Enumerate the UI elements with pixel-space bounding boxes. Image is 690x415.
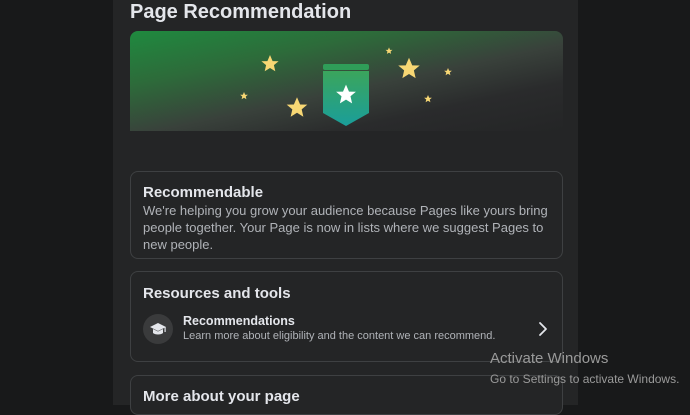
recommendation-banner (130, 31, 563, 131)
more-about-page-title: More about your page (143, 388, 300, 405)
star-icon (240, 91, 248, 100)
banner-illustration (240, 47, 452, 126)
star-icon (444, 67, 452, 76)
watermark-subtitle: Go to Settings to activate Windows. (490, 372, 680, 386)
star-icon (261, 55, 279, 72)
recommendation-badge-icon (323, 64, 369, 126)
activate-windows-watermark: Activate Windows Go to Settings to activ… (490, 349, 679, 387)
chevron-right-icon (533, 319, 553, 339)
recommendable-card: Recommendable We're helping you grow you… (130, 171, 563, 259)
recommendations-link[interactable]: Recommendations Learn more about eligibi… (143, 312, 553, 346)
recommendable-description: We're helping you grow your audience bec… (143, 203, 548, 252)
star-icon (398, 57, 420, 79)
recommendations-description: Learn more about eligibility and the con… (183, 330, 496, 342)
star-icon (385, 47, 393, 54)
recommendable-title: Recommendable (143, 184, 264, 201)
graduation-cap-icon (143, 314, 173, 344)
star-icon (424, 94, 432, 103)
resources-title: Resources and tools (143, 285, 291, 302)
page-title: Page Recommendation (130, 1, 352, 23)
watermark-title: Activate Windows (490, 350, 609, 367)
star-icon (286, 97, 308, 117)
recommendations-label: Recommendations (183, 314, 295, 328)
